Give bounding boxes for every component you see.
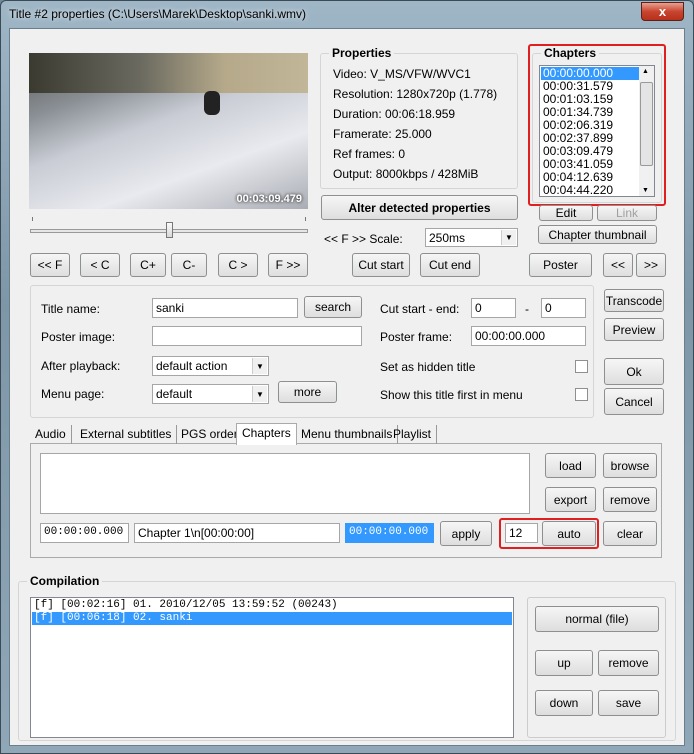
remove-title-button[interactable]: remove xyxy=(598,650,659,676)
chapter-forward-button[interactable]: C > xyxy=(218,253,258,277)
compilation-list-item[interactable]: [f] [00:06:18] 02. sanki xyxy=(32,612,512,625)
show-first-checkbox[interactable] xyxy=(575,388,588,401)
title-name-label: Title name: xyxy=(41,302,100,316)
cut-dash: - xyxy=(525,302,529,316)
compilation-list[interactable]: [f] [00:02:16] 01. 2010/12/05 13:59:52 (… xyxy=(30,597,514,738)
poster-button[interactable]: Poster xyxy=(529,253,592,277)
show-first-label: Show this title first in menu xyxy=(380,388,523,402)
link-chapter-button[interactable]: Link xyxy=(597,205,657,221)
chapter-back-button[interactable]: < C xyxy=(80,253,120,277)
cut-end-input[interactable]: 0 xyxy=(541,298,586,318)
export-button[interactable]: export xyxy=(545,487,596,512)
poster-image-label: Poster image: xyxy=(41,330,116,344)
chapter-time-input[interactable]: 00:00:00.000 xyxy=(40,523,129,543)
poster-image-input[interactable] xyxy=(152,326,362,346)
properties-label: Properties xyxy=(329,46,395,60)
prop-video: Video: V_MS/VFW/WVC1 xyxy=(333,67,471,81)
tab-chapters[interactable]: Chapters xyxy=(236,423,297,445)
compilation-label: Compilation xyxy=(27,574,103,588)
normal-file-button[interactable]: normal (file) xyxy=(535,606,659,632)
menu-page-label: Menu page: xyxy=(41,387,105,401)
save-button[interactable]: save xyxy=(598,690,659,716)
chevron-down-icon: ▼ xyxy=(501,230,516,245)
remove-chapters-button[interactable]: remove xyxy=(603,487,657,512)
frame-forward-button[interactable]: F >> xyxy=(268,253,308,277)
seek-slider-thumb[interactable] xyxy=(166,222,173,238)
frame-back-button[interactable]: << F xyxy=(30,253,70,277)
prev-title-button[interactable]: << xyxy=(603,253,633,277)
chapter-thumbnail-button[interactable]: Chapter thumbnail xyxy=(538,225,657,244)
down-button[interactable]: down xyxy=(535,690,593,716)
auto-highlight-box xyxy=(499,518,599,549)
menu-page-select[interactable]: default ▼ xyxy=(152,384,269,404)
clear-button[interactable]: clear xyxy=(603,521,657,546)
scale-value: 250ms xyxy=(429,231,466,245)
prop-output: Output: 8000kbps / 428MiB xyxy=(333,167,479,181)
sky-area xyxy=(29,53,308,93)
prop-duration: Duration: 00:06:18.959 xyxy=(333,107,456,121)
compilation-list-item[interactable]: [f] [00:02:16] 01. 2010/12/05 13:59:52 (… xyxy=(32,599,512,612)
after-playback-label: After playback: xyxy=(41,359,121,373)
after-playback-select[interactable]: default action ▼ xyxy=(152,356,269,376)
ok-button[interactable]: Ok xyxy=(604,358,664,385)
cut-start-input[interactable]: 0 xyxy=(471,298,516,318)
next-title-button[interactable]: >> xyxy=(636,253,666,277)
chapter-time-selected[interactable]: 00:00:00.000 xyxy=(345,523,434,543)
edit-chapter-button[interactable]: Edit xyxy=(539,205,593,221)
video-preview: 00:03:09.479 xyxy=(29,53,308,209)
chapter-remove-button[interactable]: C- xyxy=(171,253,207,277)
poster-frame-label: Poster frame: xyxy=(380,330,453,344)
more-button[interactable]: more xyxy=(278,381,337,403)
up-button[interactable]: up xyxy=(535,650,593,676)
browse-button[interactable]: browse xyxy=(603,453,657,478)
cancel-button[interactable]: Cancel xyxy=(604,388,664,415)
cut-start-button[interactable]: Cut start xyxy=(352,253,410,277)
chevron-down-icon: ▼ xyxy=(252,386,267,402)
prop-resolution: Resolution: 1280x720p (1.778) xyxy=(333,87,498,101)
hidden-title-checkbox[interactable] xyxy=(575,360,588,373)
scale-label: << F >> Scale: xyxy=(324,232,403,246)
poster-frame-input[interactable]: 00:00:00.000 xyxy=(471,326,586,346)
search-button[interactable]: search xyxy=(304,296,362,318)
prop-ref-frames: Ref frames: 0 xyxy=(333,147,406,161)
hidden-title-label: Set as hidden title xyxy=(380,360,476,374)
transcode-button[interactable]: Transcode xyxy=(604,289,664,312)
tab-pgs-order[interactable]: PGS order xyxy=(176,425,244,444)
scale-select[interactable]: 250ms ▼ xyxy=(425,228,518,247)
chapter-add-button[interactable]: C+ xyxy=(130,253,166,277)
apply-button[interactable]: apply xyxy=(440,521,492,546)
cut-range-label: Cut start - end: xyxy=(380,302,460,316)
slider-ticks xyxy=(32,217,306,221)
chapters-textarea[interactable] xyxy=(40,453,530,514)
tab-external-subtitles[interactable]: External subtitles xyxy=(75,425,178,444)
chapters-highlight-box xyxy=(528,44,666,206)
menu-page-value: default xyxy=(156,387,193,401)
after-playback-value: default action xyxy=(156,359,228,373)
prop-framerate: Framerate: 25.000 xyxy=(333,127,432,141)
person-figure xyxy=(204,91,220,115)
chapter-name-input[interactable]: Chapter 1\n[00:00:00] xyxy=(134,523,340,543)
close-button[interactable]: x xyxy=(641,2,684,21)
chevron-down-icon: ▼ xyxy=(252,358,267,374)
title-name-input[interactable]: sanki xyxy=(152,298,298,318)
cut-end-button[interactable]: Cut end xyxy=(420,253,480,277)
tab-playlist[interactable]: Playlist xyxy=(388,425,438,444)
alter-properties-button[interactable]: Alter detected properties xyxy=(321,195,518,220)
preview-button[interactable]: Preview xyxy=(604,318,664,341)
tab-menu-thumbnails[interactable]: Menu thumbnails xyxy=(296,425,399,444)
window-title: Title #2 properties (C:\Users\Marek\Desk… xyxy=(9,7,306,21)
tab-audio[interactable]: Audio xyxy=(30,425,72,444)
video-timestamp: 00:03:09.479 xyxy=(236,193,302,205)
load-button[interactable]: load xyxy=(545,453,596,478)
